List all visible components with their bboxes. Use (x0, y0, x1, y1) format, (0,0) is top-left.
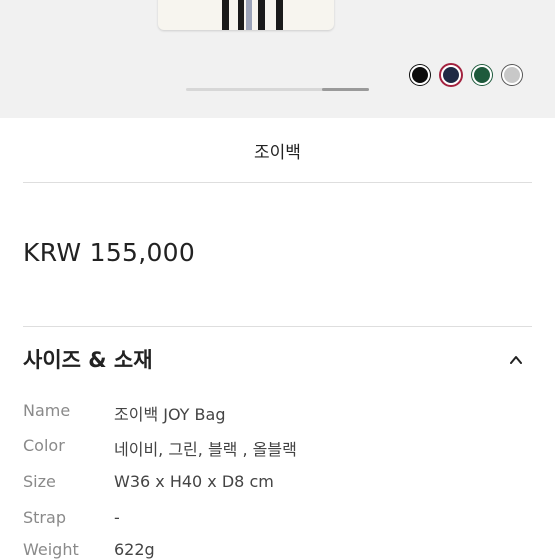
detail-value-size: W36 x H40 x D8 cm (114, 472, 274, 491)
divider (23, 182, 532, 183)
size-material-heading[interactable]: 사이즈 & 소재 (23, 344, 153, 374)
bag-image (158, 0, 334, 30)
detail-value-color: 네이비, 그린, 블랙 , 올블랙 (114, 440, 297, 459)
detail-label-color: Color (23, 436, 65, 455)
color-swatch-black[interactable] (410, 65, 430, 85)
detail-label-strap: Strap (23, 508, 66, 527)
color-swatch-navy[interactable] (441, 65, 461, 85)
detail-value-name: 조이백 JOY Bag (114, 405, 226, 424)
color-swatch-green[interactable] (472, 65, 492, 85)
divider (23, 326, 532, 327)
carousel-scrollbar[interactable] (186, 88, 369, 91)
carousel-scroll-thumb[interactable] (322, 88, 369, 91)
product-price: KRW 155,000 (23, 238, 196, 267)
product-image-carousel[interactable] (0, 0, 555, 118)
detail-label-name: Name (23, 401, 71, 420)
detail-label-weight: Weight (23, 540, 79, 559)
product-title: 조이백 (254, 143, 301, 163)
detail-value-strap: - (114, 508, 120, 527)
color-swatch-grey[interactable] (502, 65, 522, 85)
detail-value-weight: 622g (114, 540, 155, 559)
chevron-up-icon[interactable] (510, 354, 522, 366)
detail-label-size: Size (23, 472, 56, 491)
